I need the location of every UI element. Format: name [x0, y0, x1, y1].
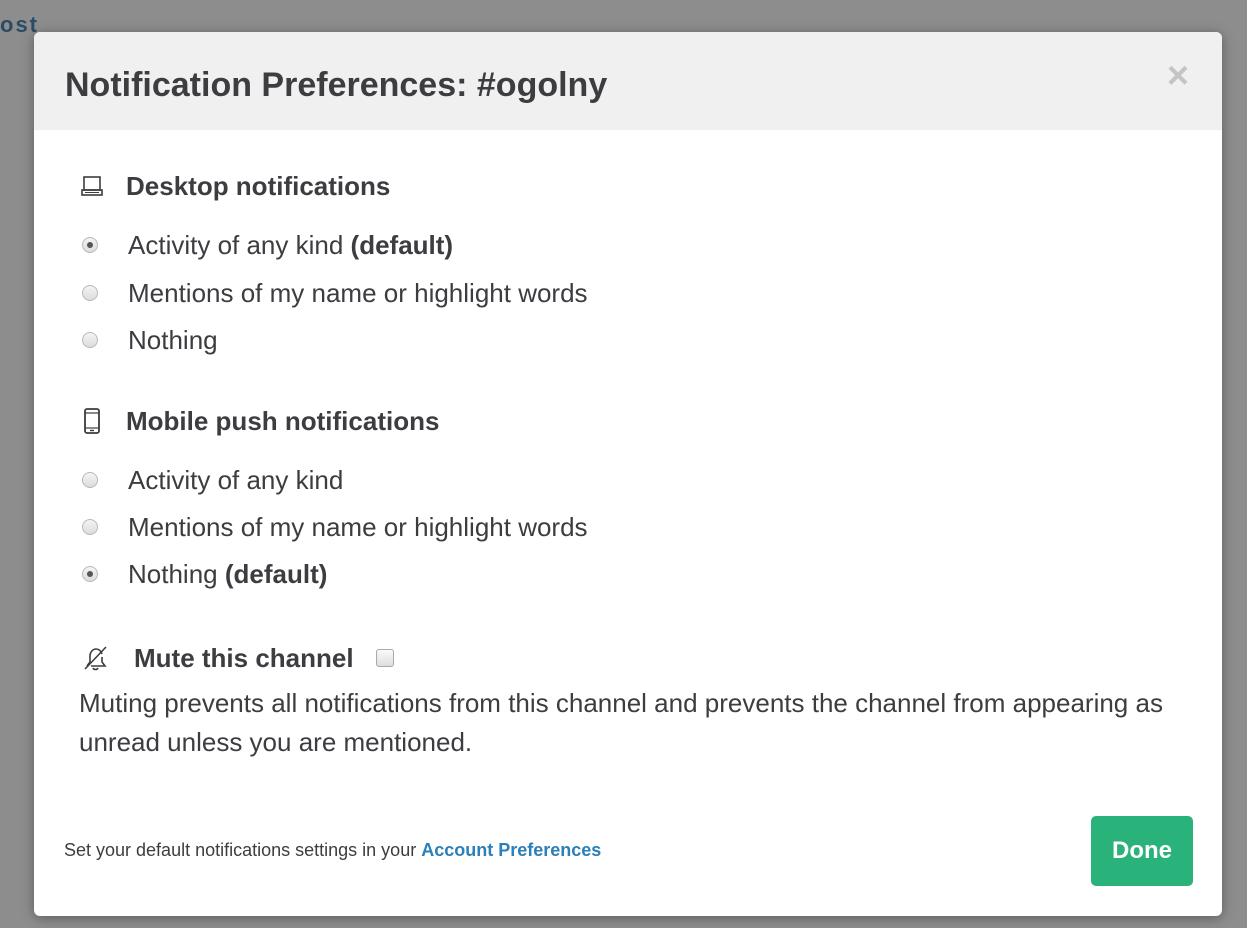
radio-button[interactable]	[82, 332, 98, 348]
radio-button[interactable]	[82, 472, 98, 488]
section-heading-label: Mobile push notifications	[126, 405, 440, 436]
default-marker: (default)	[350, 229, 454, 260]
option-label: Nothing	[128, 324, 218, 355]
desktop-notifications-heading: Desktop notifications	[80, 168, 390, 204]
account-preferences-link[interactable]: Account Preferences	[421, 840, 601, 860]
done-button[interactable]: Done	[1091, 816, 1193, 886]
radio-button[interactable]	[82, 285, 98, 301]
mobile-option-activity[interactable]: Activity of any kind	[80, 462, 343, 498]
mute-description: Muting prevents all notifications from t…	[79, 688, 1163, 757]
desktop-option-mentions[interactable]: Mentions of my name or highlight words	[80, 275, 588, 311]
mute-channel-row: Mute this channel	[80, 638, 394, 678]
option-label: Activity of any kind	[128, 464, 344, 495]
option-label: Mentions of my name or highlight words	[128, 277, 588, 308]
modal-header: Notification Preferences: #ogolny ×	[34, 32, 1222, 130]
default-marker: (default)	[224, 558, 328, 589]
mobile-notifications-heading: Mobile push notifications	[80, 403, 439, 439]
mobile-option-nothing[interactable]: Nothing (default)	[80, 556, 327, 592]
close-button[interactable]: ×	[1158, 56, 1198, 96]
radio-button[interactable]	[82, 566, 98, 582]
mobile-option-mentions[interactable]: Mentions of my name or highlight words	[80, 509, 588, 545]
footer-note-text: Set your default notifications settings …	[64, 840, 422, 860]
bell-slash-icon	[80, 643, 110, 673]
desktop-option-activity[interactable]: Activity of any kind (default)	[80, 227, 453, 263]
notification-preferences-dialog: Notification Preferences: #ogolny × Desk…	[34, 32, 1222, 916]
laptop-icon	[80, 172, 104, 200]
option-label: Activity of any kind	[128, 229, 344, 260]
footer-note: Set your default notifications settings …	[64, 840, 601, 861]
mute-channel-label: Mute this channel	[134, 642, 354, 673]
option-label: Mentions of my name or highlight words	[128, 511, 588, 542]
desktop-option-nothing[interactable]: Nothing	[80, 322, 218, 358]
option-label: Nothing	[128, 558, 218, 589]
radio-button[interactable]	[82, 519, 98, 535]
modal-title: Notification Preferences: #ogolny	[65, 66, 608, 104]
radio-button[interactable]	[82, 237, 98, 253]
section-heading-label: Desktop notifications	[126, 170, 391, 201]
mute-channel-checkbox[interactable]	[375, 649, 394, 667]
mobile-phone-icon	[80, 407, 104, 435]
